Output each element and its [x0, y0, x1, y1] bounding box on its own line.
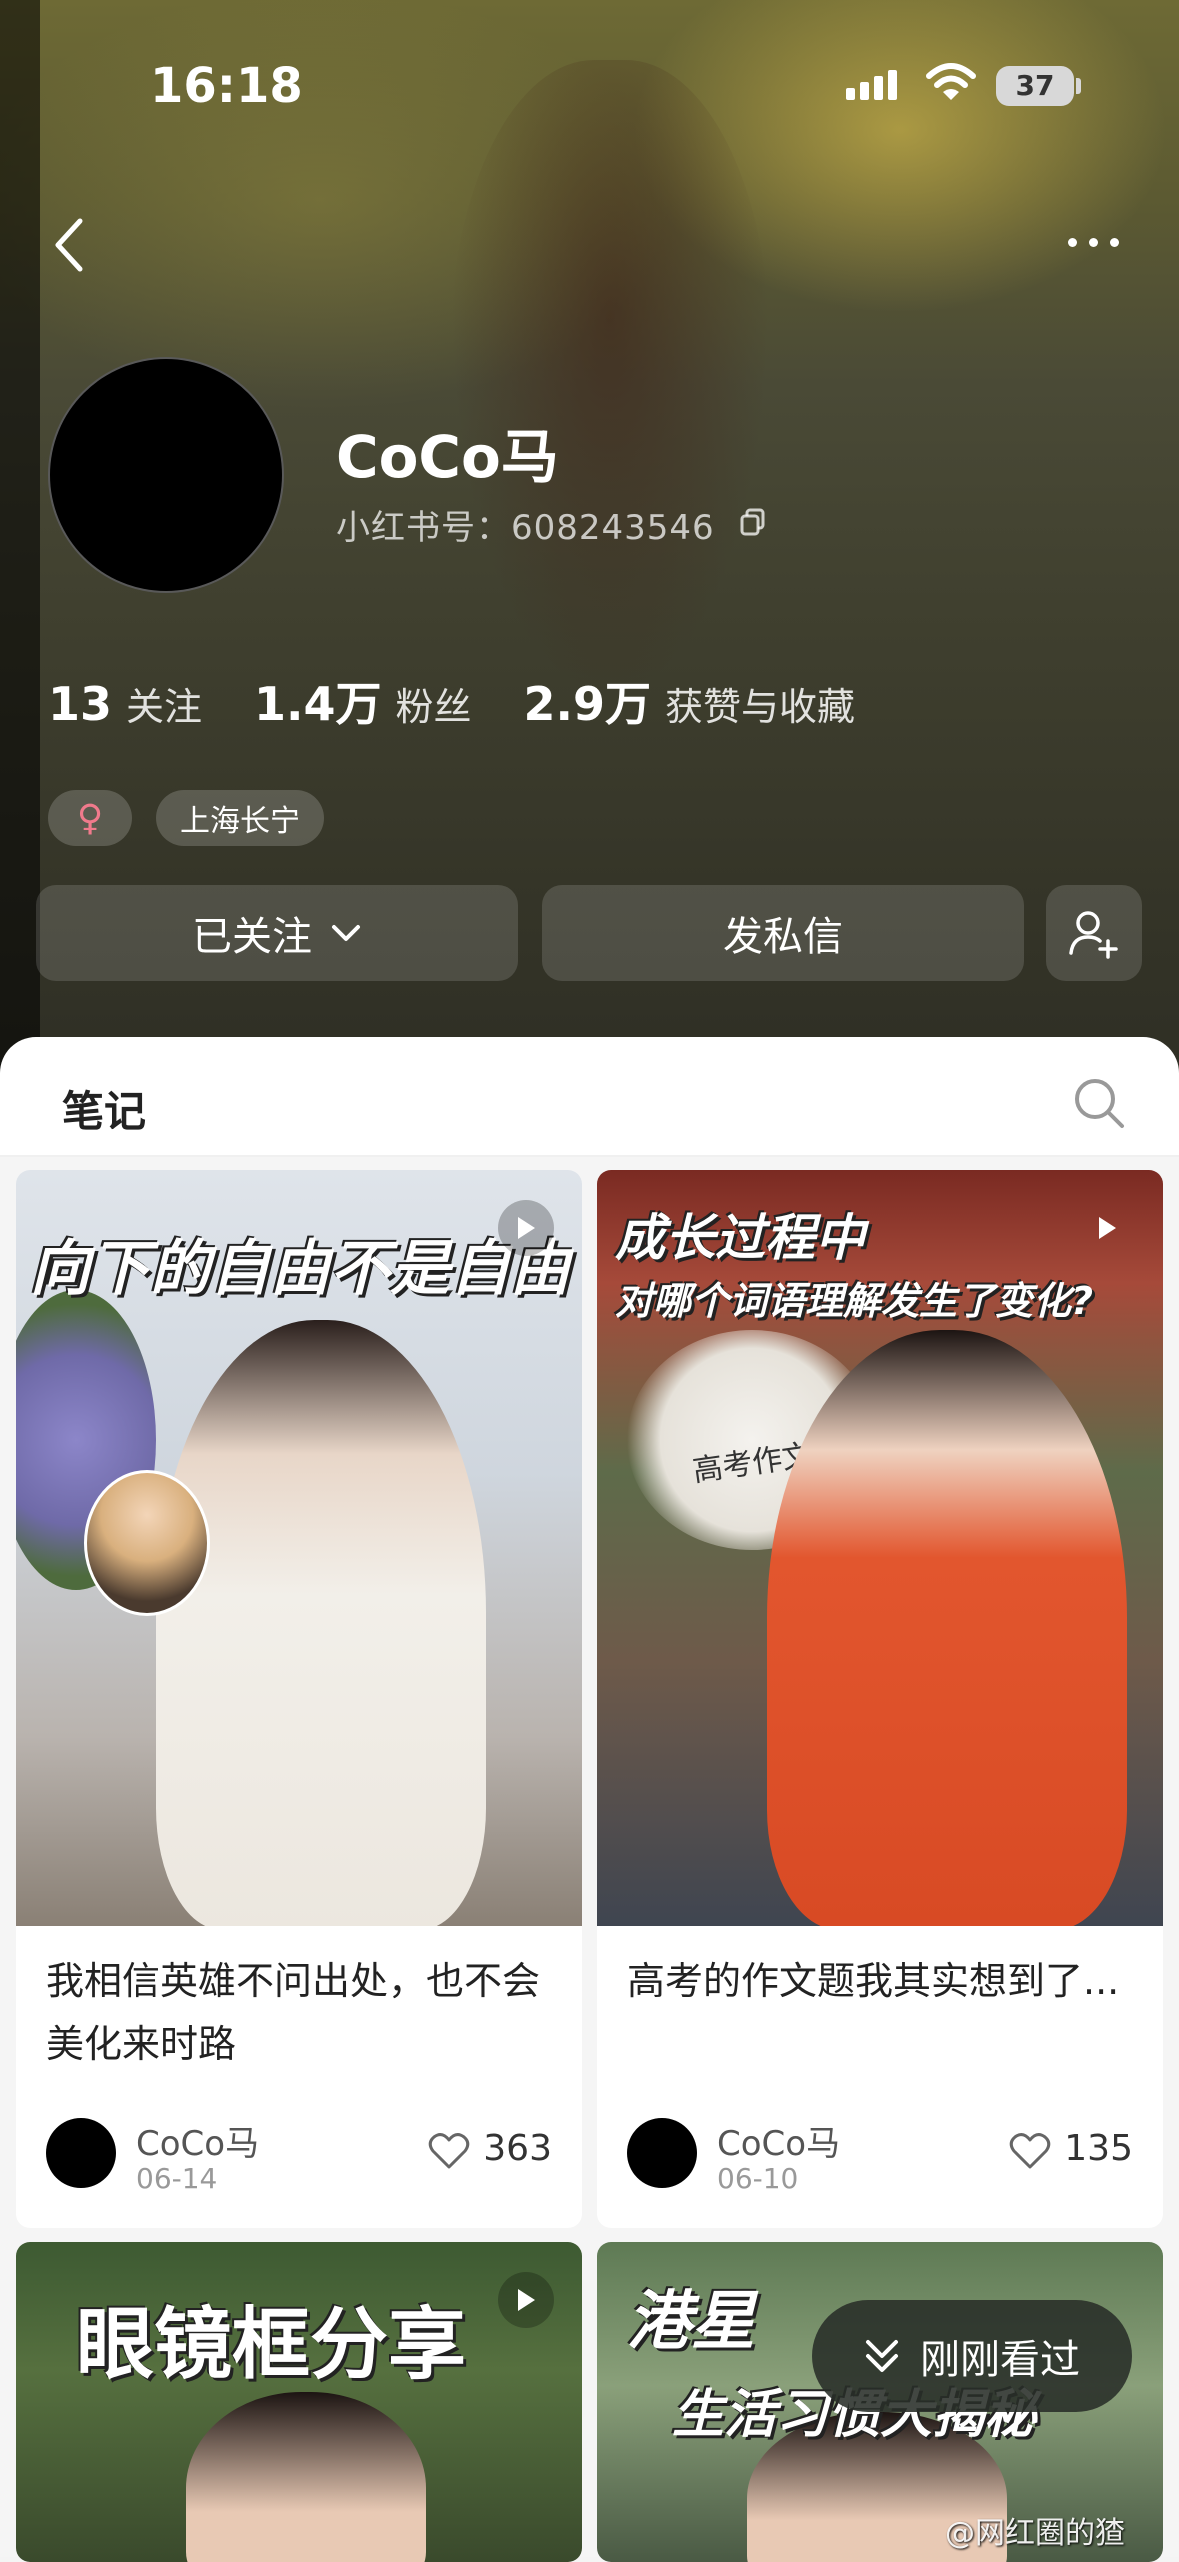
heart-icon[interactable] — [428, 2132, 470, 2170]
note-card[interactable]: 眼镜框分享 — [16, 2242, 582, 2562]
battery-icon: 37 — [996, 66, 1074, 106]
signal-icon — [846, 70, 897, 100]
stat-followers[interactable]: 1.4万 粉丝 — [254, 668, 472, 734]
gender-tag: ♀ — [48, 790, 132, 846]
recently-viewed-label: 刚刚看过 — [920, 2337, 1080, 2383]
chevron-down-icon — [332, 925, 360, 941]
watermark: @网红圈的猹 — [945, 2516, 1125, 2551]
author-avatar[interactable] — [627, 2118, 697, 2188]
note-cover-image: 高考作文 成长过程中 对哪个词语理解发生了变化? — [597, 1170, 1163, 1926]
background-photo-figure — [450, 60, 770, 700]
author-avatar[interactable] — [46, 2118, 116, 2188]
search-icon[interactable] — [1072, 1076, 1126, 1130]
post-date: 06-14 — [136, 2162, 218, 2195]
double-chevron-down-icon — [866, 2340, 898, 2372]
note-cover-image: 眼镜框分享 — [16, 2242, 582, 2562]
back-icon[interactable] — [50, 215, 86, 275]
status-time: 16:18 — [150, 58, 303, 114]
cover-figure — [767, 1330, 1127, 1926]
message-button-label: 发私信 — [723, 914, 843, 960]
profile-username: CoCo马 — [336, 423, 559, 491]
add-user-icon — [1069, 911, 1118, 959]
cover-overlay-line1: 港星 — [627, 2285, 755, 2359]
location-tag: 上海长宁 — [156, 790, 324, 846]
left-edge-shadow — [0, 0, 40, 1100]
video-play-icon — [1079, 1200, 1135, 1256]
profile-stats: 13 关注 1.4万 粉丝 2.9万 获赞与收藏 — [48, 668, 855, 734]
message-button[interactable]: 发私信 — [542, 885, 1024, 981]
note-title: 高考的作文题我其实想到了... — [627, 1959, 1120, 2003]
video-play-icon — [498, 1200, 554, 1256]
cover-figure — [156, 1320, 486, 1926]
cover-figure — [186, 2392, 426, 2562]
note-card[interactable]: 高考作文 成长过程中 对哪个词语理解发生了变化? 高考的作文题我其实想到了...… — [597, 1170, 1163, 2228]
stat-following[interactable]: 13 关注 — [48, 676, 202, 731]
cover-overlay-text: 向下的自由不是自由 — [30, 1234, 570, 1304]
add-friend-button[interactable] — [1046, 885, 1142, 981]
like-count: 135 — [1064, 2128, 1133, 2169]
heart-icon[interactable] — [1009, 2132, 1051, 2170]
more-options-icon[interactable] — [1068, 238, 1119, 247]
post-date: 06-10 — [717, 2162, 799, 2195]
profile-id: 小红书号：608243546 — [336, 508, 715, 548]
like-count: 363 — [483, 2128, 552, 2169]
note-card[interactable]: 向下的自由不是自由 我相信英雄不问出处，也不会美化来时路 CoCo马 06-14… — [16, 1170, 582, 2228]
copy-icon[interactable] — [740, 508, 766, 536]
cover-overlay-line1: 成长过程中 — [615, 1209, 865, 1267]
tab-notes[interactable]: 笔记 — [62, 1078, 146, 1139]
note-title: 我相信英雄不问出处，也不会美化来时路 — [46, 1959, 541, 2066]
profile-avatar[interactable] — [48, 357, 284, 593]
author-name: CoCo马 — [136, 2124, 260, 2164]
stat-likes-collections[interactable]: 2.9万 获赞与收藏 — [524, 668, 856, 734]
author-name: CoCo马 — [717, 2124, 841, 2164]
wifi-icon — [926, 63, 976, 100]
cover-overlay-line2: 对哪个词语理解发生了变化? — [615, 1279, 1094, 1323]
battery-tip — [1076, 78, 1081, 94]
note-cover-image: 向下的自由不是自由 — [16, 1170, 582, 1926]
cover-overlay-text: 眼镜框分享 — [76, 2300, 467, 2390]
video-play-icon — [498, 2272, 554, 2328]
cover-sticker — [84, 1470, 210, 1616]
recently-viewed-button[interactable]: 刚刚看过 — [812, 2300, 1132, 2412]
follow-button-label: 已关注 — [192, 914, 312, 960]
follow-status-button[interactable]: 已关注 — [36, 885, 518, 981]
